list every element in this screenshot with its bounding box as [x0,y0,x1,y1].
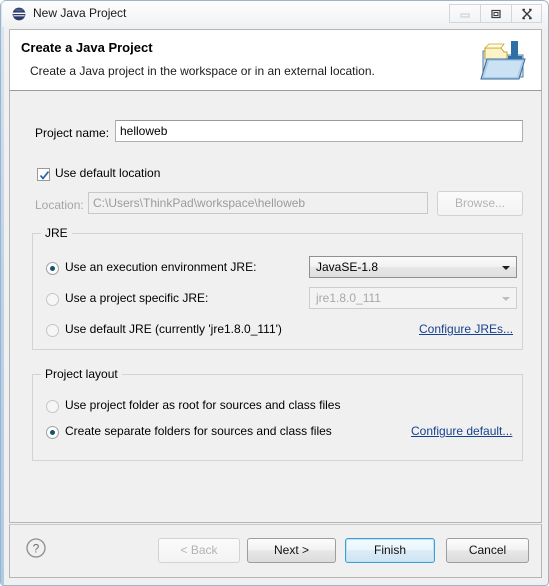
use-default-location-checkbox[interactable] [37,168,50,181]
window-controls [449,4,542,24]
project-layout-group-title: Project layout [41,367,122,381]
svg-text:?: ? [33,542,40,556]
page-title: Create a Java Project [21,40,153,55]
radio-project-specific-jre[interactable] [46,293,59,306]
maximize-button[interactable] [480,4,511,23]
back-button[interactable]: < Back [158,538,240,563]
page-description: Create a Java project in the workspace o… [30,64,375,78]
radio-execution-environment-jre-label: Use an execution environment JRE: [65,260,257,274]
execution-environment-combo[interactable]: JavaSE-1.8 [309,256,517,278]
radio-project-specific-jre-label: Use a project specific JRE: [65,291,209,305]
chevron-down-icon [502,297,510,301]
location-input[interactable]: C:\Users\ThinkPad\workspace\helloweb [88,192,428,214]
wizard-body: Project name: helloweb Use default locat… [9,91,542,523]
project-specific-jre-value: jre1.8.0_111 [316,291,381,305]
radio-default-jre-label: Use default JRE (currently 'jre1.8.0_111… [65,322,282,336]
radio-project-folder-root-label: Use project folder as root for sources a… [65,398,341,412]
jre-group: JRE Use an execution environment JRE: Ja… [32,226,523,350]
configure-default-link[interactable]: Configure default... [411,424,512,438]
configure-jres-link[interactable]: Configure JREs... [419,322,513,336]
next-button[interactable]: Next > [247,538,336,563]
minimize-button[interactable] [449,4,480,23]
help-icon[interactable]: ? [25,537,47,559]
execution-environment-value: JavaSE-1.8 [316,260,379,274]
chevron-down-icon [502,266,510,270]
use-default-location-label: Use default location [55,166,161,180]
finish-button[interactable]: Finish [345,538,435,563]
new-java-project-dialog: New Java Project Create a Java Project C… [0,0,549,586]
project-name-input[interactable]: helloweb [115,120,523,142]
window-title: New Java Project [33,6,127,20]
browse-button[interactable]: Browse... [437,191,523,216]
close-button[interactable] [511,4,542,23]
location-label: Location: [35,198,84,212]
cancel-button[interactable]: Cancel [446,538,529,563]
radio-execution-environment-jre[interactable] [46,262,59,275]
project-layout-group: Project layout Use project folder as roo… [32,367,523,461]
radio-separate-folders[interactable] [46,426,59,439]
jre-group-title: JRE [41,226,72,240]
eclipse-globe-icon [11,6,27,22]
radio-separate-folders-label: Create separate folders for sources and … [65,424,332,438]
title-bar: New Java Project [2,1,548,27]
new-java-project-banner-icon [477,35,529,85]
wizard-header: Create a Java Project Create a Java proj… [9,29,542,91]
radio-project-folder-root[interactable] [46,400,59,413]
radio-default-jre[interactable] [46,324,59,337]
project-specific-jre-combo[interactable]: jre1.8.0_111 [309,287,517,309]
wizard-footer: ? < Back Next > Finish Cancel [9,524,542,578]
project-name-label: Project name: [35,126,110,140]
